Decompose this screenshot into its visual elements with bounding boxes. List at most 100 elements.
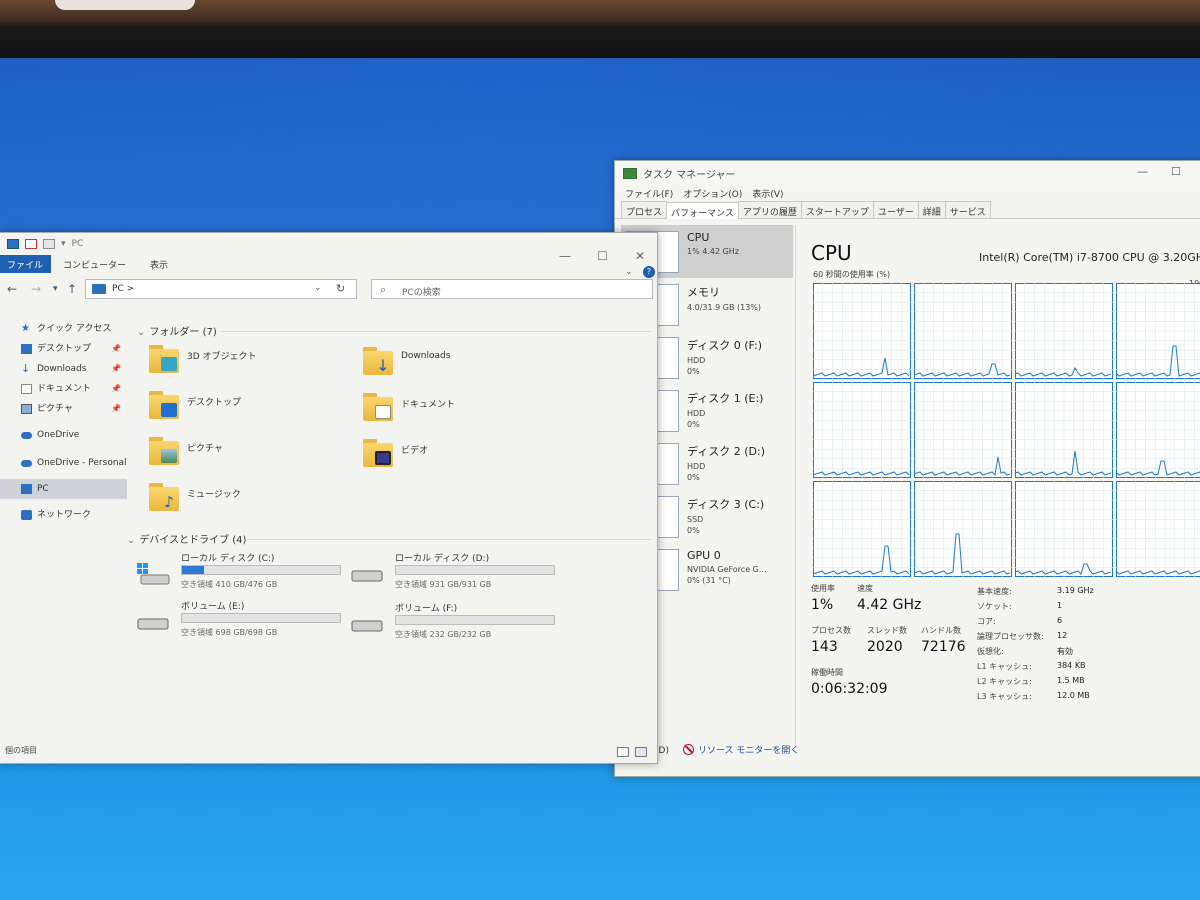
nav-desktop[interactable]: デスクトップ 📌 xyxy=(0,339,127,359)
document-icon xyxy=(21,384,32,394)
ribbon-expand-icon[interactable]: ⌄ xyxy=(625,267,633,277)
tab-app-history[interactable]: アプリの履歴 xyxy=(737,201,802,218)
spec-key: L2 キャッシュ: xyxy=(977,677,1032,686)
chevron-down-icon[interactable]: ⌄ xyxy=(314,283,322,293)
hard-drive-icon xyxy=(137,611,171,630)
minimize-icon[interactable]: — xyxy=(559,249,571,263)
folder-desktop[interactable]: デスクトップ xyxy=(149,387,349,427)
folder-documents[interactable]: ドキュメント xyxy=(363,389,563,429)
close-icon[interactable]: ✕ xyxy=(635,249,645,263)
resource-detail: 0% xyxy=(687,367,700,376)
task-manager-titlebar[interactable]: タスク マネージャー xyxy=(615,161,1200,185)
nav-onedrive[interactable]: OneDrive xyxy=(0,425,127,445)
properties-icon[interactable] xyxy=(25,239,37,249)
drive-f[interactable]: ボリューム (F:) 空き領域 232 GB/232 GB xyxy=(351,601,571,645)
details-view-icon[interactable] xyxy=(617,747,629,757)
nav-downloads[interactable]: ↓ Downloads 📌 xyxy=(0,359,127,379)
speed-label: 速度 xyxy=(857,584,873,593)
maximize-icon[interactable]: ☐ xyxy=(1171,165,1181,178)
drives-header-label: デバイスとドライブ (4) xyxy=(139,535,247,546)
ribbon-tab-view[interactable]: 表示 xyxy=(138,255,180,273)
search-placeholder: PCの検索 xyxy=(402,288,441,298)
pin-icon[interactable]: 📌 xyxy=(111,339,121,359)
task-manager-window: タスク マネージャー — ☐ ファイル(F) オプション(O) 表示(V) プロ… xyxy=(614,160,1200,777)
recent-chevron-icon[interactable]: ▾ xyxy=(53,284,58,294)
large-icons-view-icon[interactable] xyxy=(635,747,647,757)
nav-label: ピクチャ xyxy=(37,404,73,414)
folder-videos[interactable]: ビデオ xyxy=(363,435,563,475)
tab-startup[interactable]: スタートアップ xyxy=(800,201,874,218)
tab-details[interactable]: 詳細 xyxy=(917,201,946,218)
drive-d[interactable]: ローカル ディスク (D:) 空き領域 931 GB/931 GB xyxy=(351,551,571,595)
folder-label: デスクトップ xyxy=(187,398,242,408)
pin-icon[interactable]: 📌 xyxy=(111,359,121,379)
drive-c[interactable]: ローカル ディスク (C:) 空き領域 410 GB/476 GB xyxy=(137,551,357,595)
drive-name: ローカル ディスク (C:) xyxy=(181,554,275,564)
resource-name: CPU xyxy=(687,231,710,244)
logical-processor-graph xyxy=(1015,283,1113,379)
logical-processor-graph xyxy=(914,481,1012,577)
new-folder-icon[interactable] xyxy=(43,239,55,249)
section-divider xyxy=(247,539,651,540)
nav-onedrive-personal[interactable]: OneDrive - Personal xyxy=(0,453,127,473)
folder-downloads[interactable]: ↓ Downloads xyxy=(363,343,563,383)
nav-pc[interactable]: PC xyxy=(0,479,127,499)
back-arrow-icon[interactable]: ← xyxy=(7,282,17,296)
pin-icon[interactable]: 📌 xyxy=(111,379,121,399)
spec-value: 有効 xyxy=(1057,647,1073,656)
nav-network[interactable]: ネットワーク xyxy=(0,505,127,525)
folder-label: ミュージック xyxy=(187,490,241,500)
menu-options[interactable]: オプション(O) xyxy=(683,187,742,200)
tab-performance[interactable]: パフォーマンス xyxy=(666,202,739,219)
tab-users[interactable]: ユーザー xyxy=(872,201,919,218)
maximize-icon[interactable]: ☐ xyxy=(597,249,608,263)
menu-view[interactable]: 表示(V) xyxy=(752,187,783,200)
resource-name: メモリ xyxy=(687,286,720,299)
nav-label: ネットワーク xyxy=(37,510,92,520)
drive-usage-bar xyxy=(395,615,555,625)
drive-usage-fill xyxy=(182,566,205,574)
nav-pictures[interactable]: ピクチャ 📌 xyxy=(0,399,127,419)
ribbon-tab-computer[interactable]: コンピューター xyxy=(51,255,138,273)
folders-section-header[interactable]: ⌄ フォルダー (7) xyxy=(137,323,217,338)
resource-detail: 0% xyxy=(687,526,700,535)
drive-name: ボリューム (E:) xyxy=(181,602,245,612)
content-pane: ⌄ フォルダー (7) 3D オブジェクト ↓ Downloads デスクトップ … xyxy=(127,319,657,739)
pc-icon xyxy=(21,484,32,494)
nav-quick-access[interactable]: ★ クイック アクセス xyxy=(0,319,127,339)
drive-e[interactable]: ボリューム (E:) 空き領域 698 GB/698 GB xyxy=(137,599,357,643)
window-title: タスク マネージャー xyxy=(643,169,736,181)
minimize-icon[interactable]: — xyxy=(1137,165,1148,178)
tab-processes[interactable]: プロセス xyxy=(621,201,668,218)
open-resource-monitor-link[interactable]: リソース モニターを開く xyxy=(682,743,799,756)
drives-section-header[interactable]: ⌄ デバイスとドライブ (4) xyxy=(127,531,246,546)
section-divider xyxy=(221,331,651,332)
address-bar[interactable]: PC > ⌄ ↻ xyxy=(85,279,357,299)
refresh-icon[interactable]: ↻ xyxy=(336,282,345,295)
search-input[interactable]: ⌕ PCの検索 xyxy=(371,279,653,299)
nav-label: クイック アクセス xyxy=(37,324,112,334)
tab-services[interactable]: サービス xyxy=(944,201,991,218)
forward-arrow-icon[interactable]: → xyxy=(31,282,41,296)
ribbon-tab-file[interactable]: ファイル xyxy=(0,255,52,273)
folder-label: ドキュメント xyxy=(401,400,456,410)
drive-usage-bar xyxy=(395,565,555,575)
pin-icon[interactable]: 📌 xyxy=(111,399,121,419)
help-icon[interactable]: ? xyxy=(643,266,655,278)
chevron-down-icon[interactable]: ▾ xyxy=(61,239,66,249)
folder-pictures[interactable]: ピクチャ xyxy=(149,433,349,473)
nav-documents[interactable]: ドキュメント 📌 xyxy=(0,379,127,399)
usage-value: 1% xyxy=(811,597,834,613)
up-arrow-icon[interactable]: ↑ xyxy=(67,282,77,296)
folder-3d-objects[interactable]: 3D オブジェクト xyxy=(149,341,349,381)
menu-file[interactable]: ファイル(F) xyxy=(625,187,673,200)
thread-label: スレッド数 xyxy=(867,626,907,635)
breadcrumb[interactable]: PC > xyxy=(112,284,134,294)
logical-processor-graph xyxy=(1116,283,1200,379)
folder-music[interactable]: ♪ ミュージック xyxy=(149,479,349,519)
nav-label: Downloads xyxy=(37,364,87,374)
process-value: 143 xyxy=(811,639,838,655)
window-title: PC xyxy=(71,239,84,249)
resource-name: GPU 0 xyxy=(687,549,721,562)
resource-name: ディスク 3 (C:) xyxy=(687,498,765,511)
